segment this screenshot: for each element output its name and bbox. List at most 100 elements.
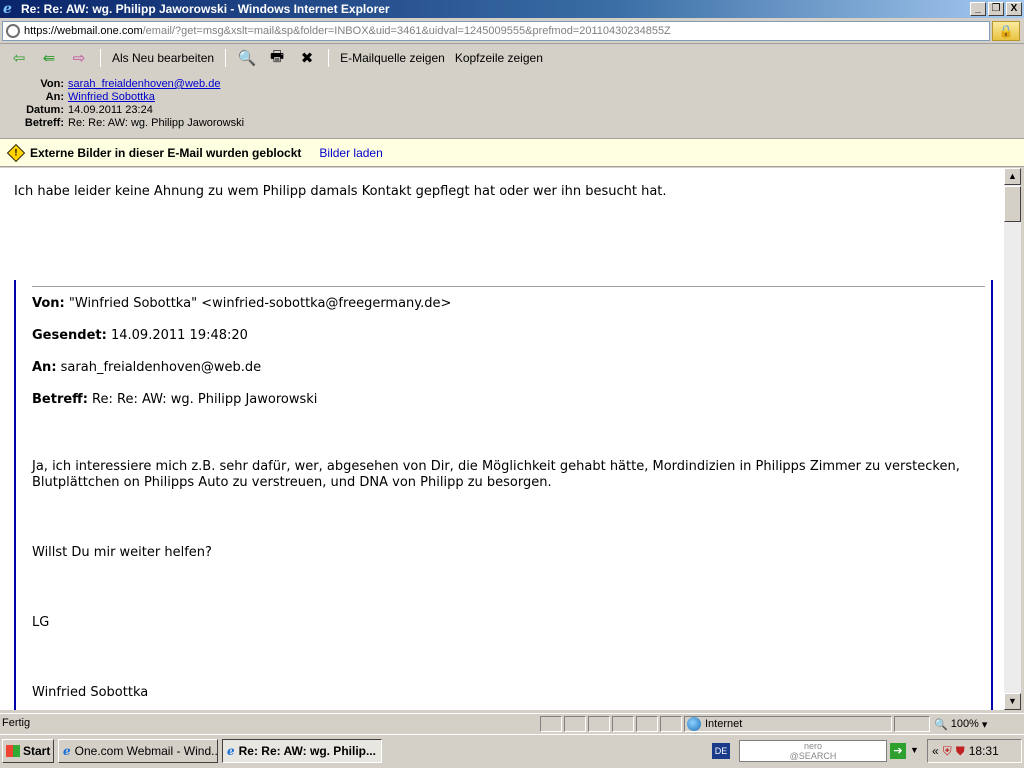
- address-bar: https://webmail.one.com/email/?get=msg&x…: [0, 18, 1024, 44]
- status-cell: [588, 716, 610, 732]
- url-protocol: https://: [24, 25, 58, 37]
- status-cell: [612, 716, 634, 732]
- nero-logo-text: nero: [803, 741, 822, 751]
- zoom-control[interactable]: 🔍 100% ▾: [934, 716, 1004, 732]
- window-controls: _ ❐ X: [970, 2, 1022, 16]
- blocked-images-bar: ! Externe Bilder in dieser E-Mail wurden…: [0, 138, 1024, 167]
- quote-from: Von: "Winfried Sobottka" <winfried-sobot…: [32, 296, 451, 311]
- scroll-down-icon[interactable]: ▼: [1004, 693, 1021, 710]
- quote-subject: Betreff: Re: Re: AW: wg. Philipp Jaworow…: [32, 392, 317, 407]
- chevron-down-icon: ▾: [981, 718, 988, 731]
- blocked-images-text: Externe Bilder in dieser E-Mail wurden g…: [30, 145, 302, 160]
- message-headers: Von: sarah_freialdenhoven@web.de An: Win…: [0, 71, 1024, 135]
- status-text: Fertig: [2, 717, 31, 729]
- start-button[interactable]: Start: [2, 739, 54, 763]
- window-title: Re: Re: AW: wg. Philipp Jaworowski - Win…: [21, 2, 390, 16]
- from-label: Von:: [40, 78, 64, 90]
- status-bar: Fertig Internet 🔍 100% ▾: [0, 713, 1024, 733]
- from-link[interactable]: sarah_freialdenhoven@web.de: [68, 78, 220, 91]
- status-cell: [660, 716, 682, 732]
- delete-icon[interactable]: ✖: [294, 48, 320, 68]
- quote-signature: Winfried Sobottka: [32, 685, 149, 700]
- quote-sent: Gesendet: 14.09.2011 19:48:20: [32, 328, 248, 343]
- subject-label: Betreff:: [24, 117, 64, 129]
- forward-icon[interactable]: ⇨: [66, 48, 92, 68]
- shield-icon[interactable]: ⛊: [956, 744, 965, 759]
- chevron-down-icon[interactable]: ▼: [910, 745, 919, 755]
- taskbar-item-webmail[interactable]: e One.com Webmail - Wind...: [58, 739, 218, 763]
- antivirus-icon[interactable]: ⛨: [943, 744, 952, 759]
- expand-tray-icon[interactable]: «: [932, 744, 939, 758]
- restore-button[interactable]: ❐: [988, 2, 1004, 16]
- status-cell: [564, 716, 586, 732]
- message-body: Ich habe leider keine Ahnung zu wem Phil…: [0, 168, 1004, 710]
- toolbar-separator: [328, 49, 330, 67]
- quote-to-value: sarah_freialdenhoven@web.de: [60, 360, 262, 375]
- quote-sent-value: 14.09.2011 19:48:20: [110, 328, 248, 343]
- vertical-scrollbar[interactable]: ▲ ▼: [1004, 168, 1021, 710]
- close-button[interactable]: X: [1006, 2, 1022, 16]
- ie-logo-icon: e: [3, 1, 12, 17]
- to-label: An:: [45, 91, 64, 103]
- ie-icon: e: [63, 744, 71, 758]
- date-value: 14.09.2011 23:24: [68, 104, 153, 116]
- date-label: Datum:: [26, 104, 64, 116]
- subject-value: Re: Re: AW: wg. Philipp Jaworowski: [68, 117, 245, 129]
- start-label: Start: [23, 744, 51, 758]
- taskbar: Start e One.com Webmail - Wind... e Re: …: [0, 734, 1024, 768]
- to-link[interactable]: Winfried Sobottka: [68, 91, 155, 104]
- quote-paragraph-3: LG: [32, 615, 50, 630]
- page-icon: [6, 24, 20, 38]
- preview-icon[interactable]: 🔍: [234, 48, 260, 68]
- nero-logo-subtext: @SEARCH: [789, 751, 837, 761]
- quote-to-label: An:: [32, 360, 57, 375]
- show-source-button[interactable]: E-Mailquelle zeigen: [337, 51, 448, 65]
- url-host: webmail.one.com: [57, 25, 143, 37]
- system-tray: « ⛨ ⛊ 18:31: [927, 739, 1022, 763]
- load-images-link[interactable]: Bilder laden: [319, 146, 382, 160]
- quote-to: An: sarah_freialdenhoven@web.de: [32, 360, 261, 375]
- quote-divider: [32, 286, 985, 287]
- scroll-thumb[interactable]: [1004, 186, 1021, 222]
- reply-text: Ich habe leider keine Ahnung zu wem Phil…: [14, 184, 667, 199]
- quote-paragraph-1-line-2: Blutplättchen on Philipps Auto zu verstr…: [32, 475, 552, 490]
- quote-from-value: "Winfried Sobottka" <winfried-sobottka@f…: [68, 296, 452, 311]
- edit-as-new-button[interactable]: Als Neu bearbeiten: [109, 51, 217, 65]
- zoom-icon: 🔍: [934, 718, 948, 731]
- taskbar-item-message[interactable]: e Re: Re: AW: wg. Philip...: [222, 739, 382, 763]
- minimize-button[interactable]: _: [970, 2, 986, 16]
- language-indicator[interactable]: DE: [712, 743, 730, 759]
- quote-from-label: Von:: [32, 296, 65, 311]
- quote-paragraph-2: Willst Du mir weiter helfen?: [32, 545, 212, 560]
- scroll-up-icon[interactable]: ▲: [1004, 168, 1021, 185]
- quote-subject-label: Betreff:: [32, 392, 88, 407]
- nero-search-input[interactable]: nero @SEARCH: [739, 740, 887, 762]
- taskbar-item-label: One.com Webmail - Wind...: [74, 744, 218, 758]
- url-field[interactable]: https://webmail.one.com/email/?get=msg&x…: [2, 21, 990, 41]
- window-title-bar[interactable]: e Re: Re: AW: wg. Philipp Jaworowski - W…: [0, 0, 1024, 18]
- quote-paragraph-1-line-1: Ja, ich interessiere mich z.B. sehr dafü…: [32, 459, 960, 474]
- lock-icon[interactable]: 🔒: [992, 21, 1020, 41]
- quote-sent-label: Gesendet:: [32, 328, 107, 343]
- mail-toolbar: ⇦ ⇚ ⇨ Als Neu bearbeiten 🔍 🖶 ✖ E-Mailque…: [0, 45, 1024, 71]
- show-headers-button[interactable]: Kopfzeile zeigen: [452, 51, 546, 65]
- warning-icon: !: [6, 143, 26, 162]
- protected-mode-icon[interactable]: [894, 716, 930, 732]
- taskbar-item-label: Re: Re: AW: wg. Philip...: [238, 744, 376, 758]
- toolbar-separator: [100, 49, 101, 67]
- clock[interactable]: 18:31: [969, 744, 999, 758]
- reply-all-icon[interactable]: ⇚: [36, 48, 62, 68]
- reply-icon[interactable]: ⇦: [6, 48, 32, 68]
- windows-logo-icon: [6, 745, 20, 757]
- print-icon[interactable]: 🖶: [264, 48, 290, 68]
- zoom-level: 100%: [950, 718, 979, 730]
- toolbar-separator: [225, 49, 227, 67]
- status-cell: [636, 716, 658, 732]
- status-cell: [540, 716, 562, 732]
- ie-icon: e: [227, 744, 235, 758]
- quote-subject-value: Re: Re: AW: wg. Philipp Jaworowski: [92, 392, 318, 407]
- url-path: /email/?get=msg&xslt=mail&sp&folder=INBO…: [142, 25, 671, 37]
- go-arrow-icon[interactable]: ➔: [890, 743, 906, 759]
- quoted-message: Von: "Winfried Sobottka" <winfried-sobot…: [14, 280, 993, 710]
- security-zone[interactable]: Internet: [684, 716, 892, 732]
